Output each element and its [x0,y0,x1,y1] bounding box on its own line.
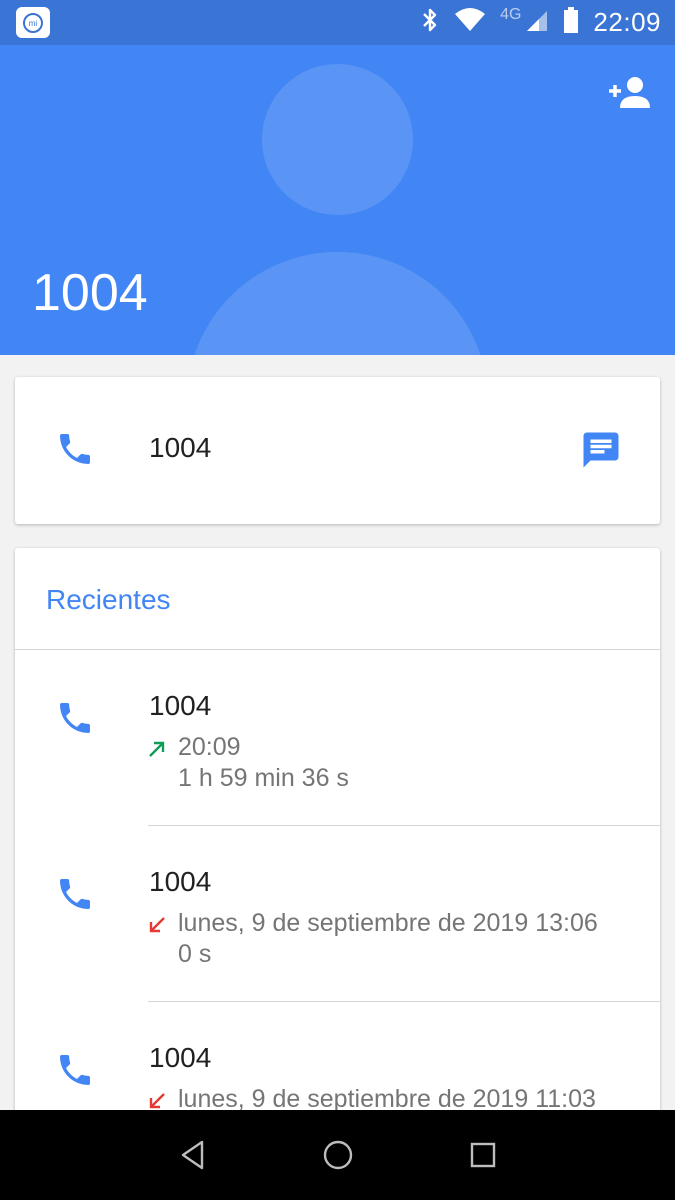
recents-title: Recientes [46,584,171,615]
recents-icon [470,1142,495,1168]
add-contact-icon [609,77,650,108]
call-log-time: 20:09 [178,733,241,761]
phone-icon [60,434,90,464]
back-button[interactable] [173,1135,213,1175]
svg-text:mi: mi [29,19,38,28]
call-button[interactable] [55,429,95,469]
network-type-label: 4G [500,5,522,23]
recent-apps-button[interactable] [463,1135,503,1175]
status-bar: mi 4G 22:09 [0,0,675,45]
home-icon [323,1140,352,1170]
call-log-item[interactable]: 1004 20:09 1 h 59 min 36 s [15,650,660,826]
home-button[interactable] [318,1135,358,1175]
call-log-time: lunes, 9 de septiembre de 2019 13:06 [178,909,598,937]
mi-app-icon: mi [16,7,50,38]
call-log-duration: 1 h 59 min 36 s [178,764,349,792]
call-log-name: 1004 [149,690,212,721]
navigation-bar [0,1110,675,1200]
call-button[interactable] [55,698,95,738]
add-contact-button[interactable] [605,75,655,115]
avatar-body [187,252,488,355]
signal-icon [525,8,549,37]
call-log-duration: 0 s [178,940,212,968]
phone-icon [60,879,90,909]
call-log-item[interactable]: 1004 lunes, 9 de septiembre de 2019 13:0… [15,826,660,1002]
wifi-icon [454,8,486,37]
call-button[interactable] [55,874,95,914]
number-card: 1004 [15,377,660,524]
call-log-name: 1004 [149,866,212,897]
missed-call-icon [149,1093,165,1109]
call-button[interactable] [55,1050,95,1090]
bluetooth-icon [420,6,440,39]
message-icon [583,432,619,468]
outgoing-call-icon [149,741,165,757]
phone-icon [60,1055,90,1085]
call-log-name: 1004 [149,1042,212,1073]
phone-number[interactable]: 1004 [149,432,211,464]
avatar-head [262,64,413,215]
send-message-button[interactable] [580,429,622,471]
missed-call-icon [149,917,165,933]
clock: 22:09 [593,7,661,37]
contact-header: 1004 [0,45,675,355]
contact-name: 1004 [32,264,148,322]
phone-icon [60,703,90,733]
battery-icon [563,6,579,39]
recents-card: Recientes 1004 20:09 1 h 59 min 36 s 100… [15,548,660,1200]
back-icon [181,1140,203,1170]
